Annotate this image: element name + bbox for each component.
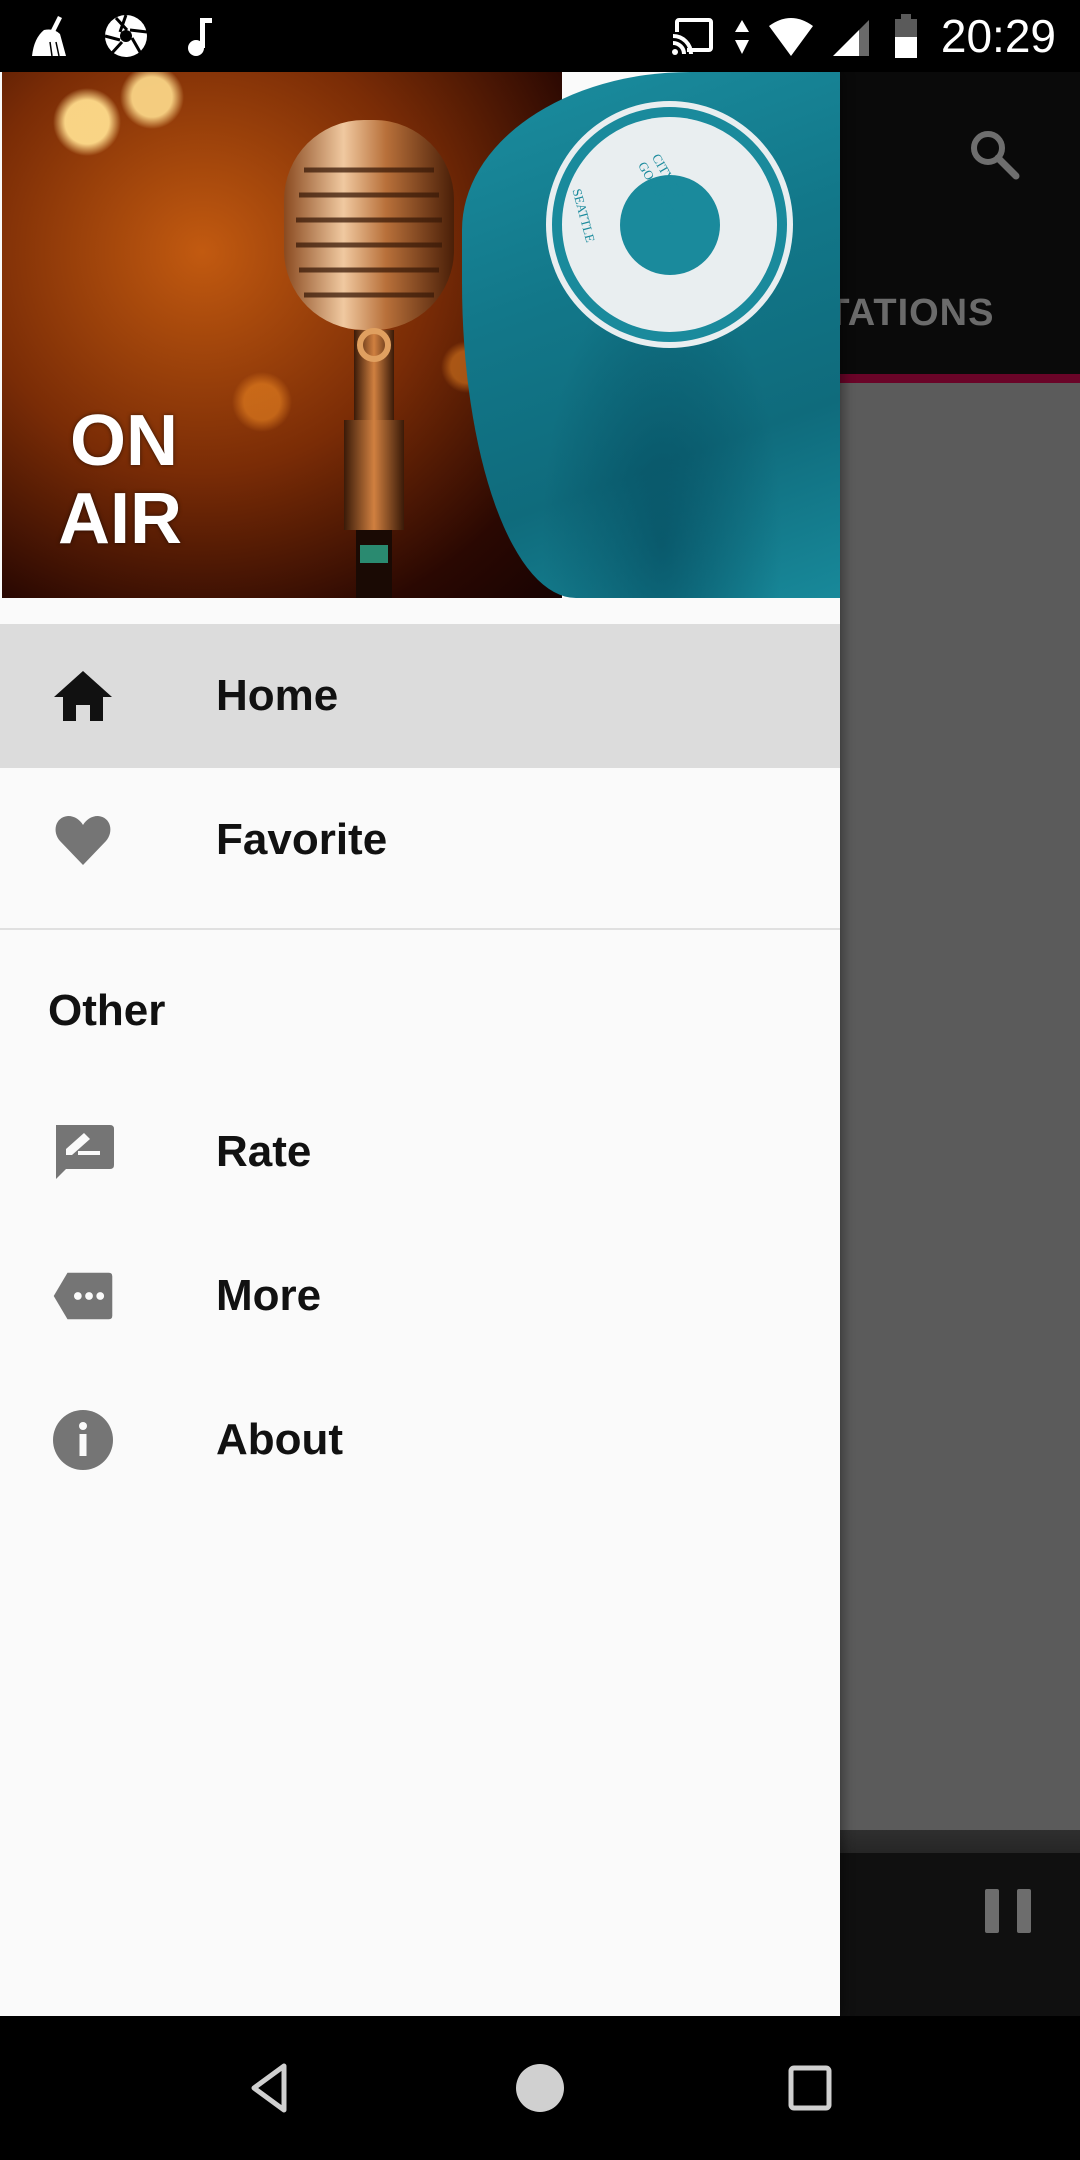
search-icon[interactable] bbox=[964, 124, 1024, 184]
heart-icon bbox=[52, 809, 114, 871]
data-activity-icon bbox=[734, 20, 749, 54]
aperture-icon bbox=[104, 14, 148, 57]
notification-icons bbox=[28, 10, 224, 62]
nav-item-home[interactable]: Home bbox=[0, 624, 840, 768]
drawer-menu: Home Favorite Other Rate More About bbox=[0, 624, 840, 1512]
wifi-icon bbox=[768, 18, 813, 56]
header-flag: CITY OF GOODWILL SEATTLE bbox=[462, 72, 840, 598]
pause-icon-bar-right bbox=[1017, 1889, 1031, 1933]
music-note-icon bbox=[188, 18, 212, 56]
cleaner-icon bbox=[32, 16, 66, 57]
nav-item-more[interactable]: More bbox=[0, 1224, 840, 1368]
microphone-icon bbox=[284, 120, 454, 598]
navigation-drawer: CITY OF GOODWILL SEATTLE ON AIR Home Fav… bbox=[0, 72, 840, 2016]
section-header-other: Other bbox=[0, 930, 840, 1080]
home-icon bbox=[52, 665, 114, 727]
status-bar: 20:29 bbox=[0, 0, 1080, 72]
screen: 20:29 STATIONS dio bbox=[0, 0, 1080, 2160]
nav-item-rate[interactable]: Rate bbox=[0, 1080, 840, 1224]
home-circle-icon bbox=[516, 2064, 564, 2112]
nav-label-favorite: Favorite bbox=[216, 815, 388, 864]
pause-button[interactable] bbox=[985, 1889, 1031, 1941]
city-seal: CITY OF GOODWILL SEATTLE bbox=[562, 117, 777, 332]
nav-item-about[interactable]: About bbox=[0, 1368, 840, 1512]
drawer-header-image: CITY OF GOODWILL SEATTLE ON AIR bbox=[2, 72, 840, 598]
system-navigation-bar bbox=[0, 2016, 1080, 2160]
info-icon bbox=[52, 1409, 114, 1471]
clock: 20:29 bbox=[940, 10, 1056, 62]
cell-signal-icon bbox=[832, 20, 869, 56]
back-button[interactable] bbox=[238, 2056, 302, 2120]
nav-label-about: About bbox=[216, 1415, 344, 1464]
on-air-line2: AIR bbox=[58, 479, 182, 559]
cast-icon bbox=[670, 18, 713, 56]
home-button[interactable] bbox=[508, 2056, 572, 2120]
system-status-icons: 20:29 bbox=[669, 10, 1056, 62]
nav-item-favorite[interactable]: Favorite bbox=[0, 768, 840, 912]
seal-text-seattle: SEATTLE bbox=[569, 187, 599, 244]
pause-icon-bar-left bbox=[985, 1889, 999, 1933]
rate-review-icon bbox=[52, 1121, 114, 1183]
recents-button[interactable] bbox=[778, 2056, 842, 2120]
on-air-line1: ON bbox=[70, 401, 178, 481]
nav-label-rate: Rate bbox=[216, 1127, 312, 1176]
battery-icon bbox=[894, 14, 917, 58]
back-icon bbox=[251, 2063, 287, 2113]
on-air-text: ON AIR bbox=[58, 401, 182, 558]
nav-label-home: Home bbox=[216, 671, 339, 720]
section-title: Other bbox=[48, 986, 166, 1035]
more-tag-icon bbox=[52, 1265, 114, 1327]
recents-icon bbox=[788, 2065, 832, 2111]
nav-label-more: More bbox=[216, 1271, 322, 1320]
